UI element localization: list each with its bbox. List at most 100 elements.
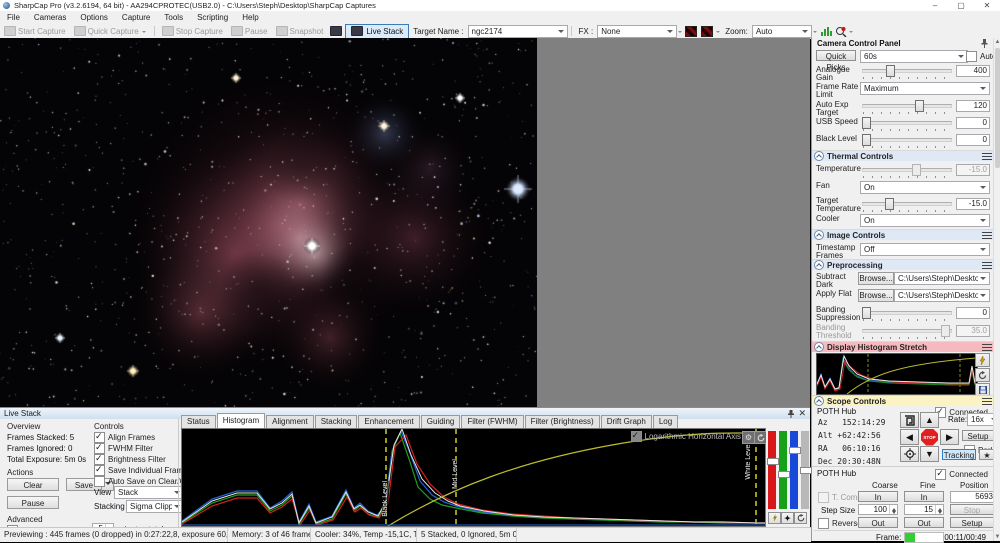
fine-out-button[interactable]: Out [904,517,944,528]
reset-levels-button[interactable] [794,512,807,524]
spinner-arrows-icon[interactable] [935,505,943,514]
stacking-combobox[interactable]: Sigma Clipping [126,500,184,513]
slew-right-button[interactable]: ▶ [940,429,959,445]
live-stack-histogram-plot[interactable]: Black Level Mid Level White Level Logari… [181,428,766,527]
coarse-step-spinner[interactable]: 100 [858,504,898,515]
quick-picks-button[interactable]: Quick Picks [816,50,856,61]
auto-exposure-checkbox[interactable]: Auto [966,51,996,62]
target-temperature-slider[interactable] [860,198,954,213]
menu-scripting[interactable]: Scripting [190,13,235,22]
image-controls-header[interactable]: Image Controls [812,229,994,240]
scroll-down-icon[interactable]: ▼ [994,533,1000,541]
auto-exp-target-value[interactable]: 120 [956,100,990,112]
tab-status[interactable]: Status [181,415,216,428]
view-combobox[interactable]: Stack [114,486,184,499]
fwhm-filter-checkbox[interactable]: FWHM Filter [94,443,153,454]
fx-combobox[interactable]: None [597,25,677,38]
spinner-arrows-icon[interactable] [889,505,897,514]
apply-flat-browse-button[interactable]: Browse... [858,289,894,302]
subtract-dark-combobox[interactable]: C:\Users\Steph\Desktop\SharpC... [894,272,990,285]
slew-up-button[interactable]: ▲ [920,412,939,428]
auto-exp-target-slider[interactable] [860,100,954,115]
reverse-checkbox[interactable]: Reverse [818,518,862,529]
slew-left-button[interactable]: ◀ [900,429,919,445]
dark-frame-icon[interactable] [685,26,697,37]
reticle-zoom-icon[interactable] [835,26,847,37]
tab-alignment[interactable]: Alignment [266,415,314,428]
menu-icon[interactable] [982,344,992,351]
menu-cameras[interactable]: Cameras [27,13,73,22]
save-individual-frames-checkbox[interactable]: Save Individual Frames [94,465,192,476]
coarse-out-button[interactable]: Out [858,517,898,528]
menu-icon[interactable] [982,262,992,269]
usb-speed-value[interactable]: 0 [956,117,990,129]
analogue-gain-slider[interactable] [860,65,954,80]
flat-frame-icon[interactable] [701,26,713,37]
thermal-controls-header[interactable]: Thermal Controls [812,150,994,161]
red-level-slider[interactable] [768,431,776,509]
auto-levels-button[interactable] [768,512,781,524]
tab-filter-brightness[interactable]: Filter (Brightness) [525,415,600,428]
black-level-slider[interactable] [860,134,954,149]
slew-down-button[interactable]: ▼ [920,446,939,462]
close-button[interactable]: ✕ [974,0,1000,11]
focuser-connected-checkbox[interactable]: Connected [935,469,988,480]
scope-controls-header[interactable]: Scope Controls [812,395,994,406]
start-capture-button[interactable]: Start Capture [0,26,70,36]
menu-help[interactable]: Help [235,13,265,22]
spiral-search-button[interactable] [900,412,919,428]
quick-capture-button[interactable]: Quick Capture [70,26,151,36]
apply-flat-combobox[interactable]: C:\Users\Steph\Desktop\SharpC... [894,289,990,302]
scope-setup-button[interactable]: Setup [962,430,994,441]
tracking-button[interactable]: Tracking [942,449,976,460]
tab-stacking[interactable]: Stacking [315,415,358,428]
zoom-combobox[interactable]: Auto [752,25,812,38]
menu-file[interactable]: File [0,13,27,22]
pin-icon[interactable] [981,39,988,48]
stretch-histogram-plot[interactable] [816,353,978,395]
preprocessing-header[interactable]: Preprocessing [812,259,994,270]
histogram-icon[interactable] [820,26,832,36]
clear-button[interactable]: Clear [7,478,59,491]
expand-levels-button[interactable]: ✦ [781,512,794,524]
green-level-slider[interactable] [779,431,787,509]
pause-stack-button[interactable]: Pause [7,496,59,509]
tab-guiding[interactable]: Guiding [421,415,461,428]
reset-stretch-button[interactable] [975,368,990,382]
slew-stop-button[interactable]: STOP [920,429,939,445]
snapshot-button[interactable]: Snapshot [272,26,328,36]
live-stack-button[interactable]: Live Stack [345,24,409,39]
align-frames-checkbox[interactable]: Align Frames [94,432,155,443]
menu-capture[interactable]: Capture [115,13,157,22]
menu-icon[interactable] [982,153,992,160]
banding-suppression-value[interactable]: 0 [956,307,990,319]
tab-enhancement[interactable]: Enhancement [358,415,419,428]
auto-stretch-button[interactable] [975,353,990,367]
coarse-in-button[interactable]: In [858,491,898,502]
timestamp-frames-combobox[interactable]: Off [860,243,990,256]
tab-log[interactable]: Log [653,415,678,428]
focuser-setup-button[interactable]: Setup [950,517,994,528]
pin-icon[interactable] [788,410,794,418]
subtract-dark-browse-button[interactable]: Browse... [858,272,894,285]
banding-suppression-slider[interactable] [860,307,954,322]
quick-picks-combobox[interactable]: 60s [860,50,968,63]
menu-icon[interactable] [982,232,992,239]
menu-options[interactable]: Options [73,13,115,22]
tab-drift-graph[interactable]: Drift Graph [601,415,652,428]
pause-button[interactable]: Pause [227,26,272,36]
lum-level-slider[interactable] [801,431,809,509]
analogue-gain-value[interactable]: 400 [956,65,990,77]
frame-rate-limit-combobox[interactable]: Maximum [860,82,990,95]
display-histogram-stretch-header[interactable]: Display Histogram Stretch [812,341,994,352]
minimize-button[interactable]: – [922,0,948,11]
target-temperature-value[interactable]: -15.0 [956,198,990,210]
blue-level-slider[interactable] [790,431,798,509]
panel-scrollbar[interactable]: ▲ ▼ [993,38,1000,541]
menu-tools[interactable]: Tools [157,13,190,22]
tab-histogram[interactable]: Histogram [217,413,265,428]
close-panel-icon[interactable]: ✕ [798,408,806,419]
brightness-filter-checkbox[interactable]: Brightness Filter [94,454,166,465]
center-target-button[interactable] [900,446,919,462]
focuser-position-value[interactable]: 5693 [950,491,996,503]
